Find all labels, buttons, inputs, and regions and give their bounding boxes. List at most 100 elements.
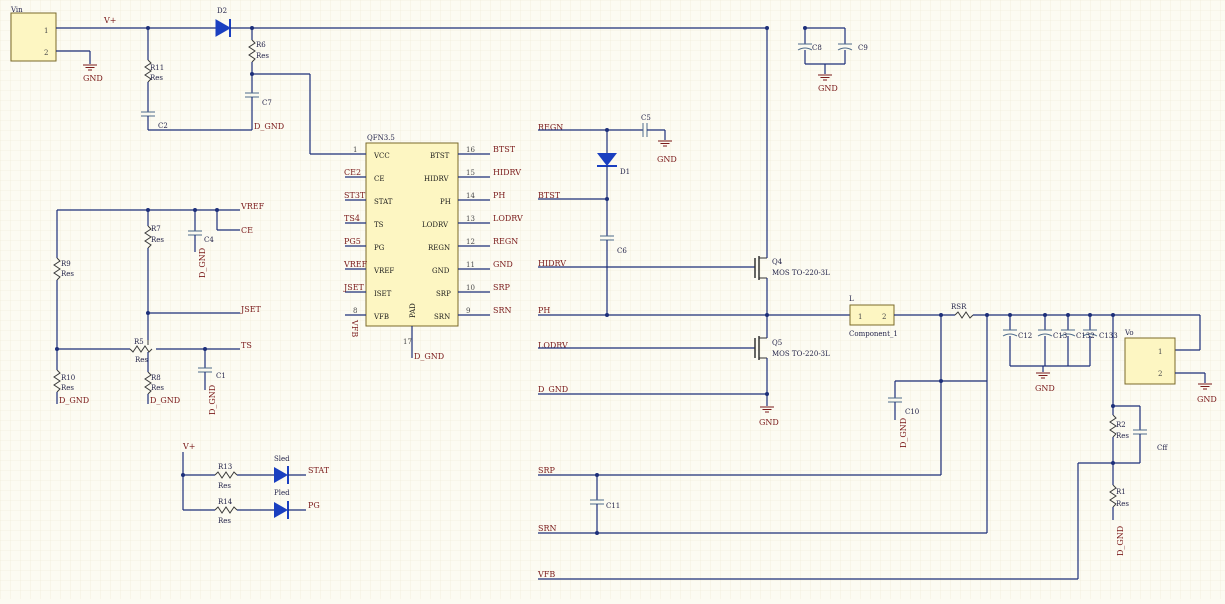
inductor-l[interactable]: 1 2 <box>849 304 895 326</box>
rsr-label: RSR <box>951 303 967 311</box>
ic-pin-gnd: GND <box>432 267 450 275</box>
r14-value: Res <box>218 517 231 525</box>
c11-label: C11 <box>606 502 620 510</box>
cff-label: Cff <box>1157 444 1168 452</box>
q5-type: MOS TO-220-3L <box>772 350 830 358</box>
r2-value: Res <box>1116 432 1129 440</box>
svg-text:1: 1 <box>858 313 862 321</box>
ic-net-pg5: PG5 <box>344 237 361 246</box>
schematic-sheet: Vin 1 2 GND V+ D2 R11 Res C2 R6 Res C7 D… <box>0 0 1225 599</box>
net-ce: CE <box>241 226 253 235</box>
q4-type: MOS TO-220-3L <box>772 269 830 277</box>
ic-net-stat: ST3T <box>344 191 366 200</box>
r6-value: Res <box>256 52 269 60</box>
vin-pin2-label: 2 <box>44 49 48 57</box>
svg-text:2: 2 <box>882 313 886 321</box>
c13-label: C13 <box>1053 332 1067 340</box>
net-gnd-c5: GND <box>657 155 677 164</box>
ic-pad-num: 17 <box>403 338 412 346</box>
ic-net-vref: VREF <box>343 260 368 269</box>
c8-label: C8 <box>812 44 822 52</box>
vin-connector[interactable]: Vin 1 2 <box>10 6 57 62</box>
net-srp: SRP <box>538 466 556 475</box>
r7-value: Res <box>151 236 164 244</box>
r11-label: R11 <box>150 64 164 72</box>
vin-designator: Vin <box>10 6 23 14</box>
r1-value: Res <box>1116 500 1129 508</box>
ic-pin-regn: REGN <box>428 244 450 252</box>
ic-pin-lodrv: LODRV <box>422 221 449 229</box>
net-gnd-c8: GND <box>818 84 838 93</box>
ic-pin-vref: VREF <box>373 267 394 275</box>
net-ph: PH <box>538 306 550 315</box>
net-gnd-cout: GND <box>1035 384 1055 393</box>
net-v-plus: V+ <box>103 16 116 25</box>
net-d-gnd-r8: D_GND <box>150 396 180 405</box>
net-d-gnd-q5: D_GND <box>538 385 568 394</box>
r2-label: R2 <box>1116 421 1126 429</box>
ic-net-hidrv: HIDRV <box>493 168 521 177</box>
net-regn: REGN <box>538 123 563 132</box>
ic-pin-iset: ISET <box>374 290 392 298</box>
c7-label: C7 <box>262 99 272 107</box>
net-d-gnd-c1: D_GND <box>208 385 217 415</box>
c133-label: C133 <box>1099 332 1118 340</box>
c1-label: C1 <box>216 372 226 380</box>
ic-pin-8-num: 8 <box>353 307 357 315</box>
net-srn: SRN <box>538 524 557 533</box>
c9-label: C9 <box>858 44 868 52</box>
vo-connector[interactable]: 1 2 <box>1124 337 1176 385</box>
inductor-label: L <box>849 295 854 303</box>
vo-pin1-label: 1 <box>1158 348 1162 356</box>
d1-label: D1 <box>620 168 630 176</box>
vo-pin2-label: 2 <box>1158 370 1162 378</box>
ic-pin-ce: CE <box>374 175 384 183</box>
net-pg: PG <box>308 501 320 510</box>
net-vfb: VFB <box>537 570 555 579</box>
r8-value: Res <box>151 384 164 392</box>
r11-value: Res <box>150 74 163 82</box>
ic-pin-srp: SRP <box>436 290 451 298</box>
c2-label: C2 <box>158 122 168 130</box>
net-ts: TS <box>241 341 252 350</box>
ic-net-gnd: GND <box>493 260 513 269</box>
c132-label: C132 <box>1076 332 1095 340</box>
ic-net-vfb: VFB <box>350 319 359 337</box>
ic-net-btst: BTST <box>493 145 516 154</box>
net-v-plus-led: V+ <box>182 442 195 451</box>
ic-net-ce2: CE2 <box>344 168 361 177</box>
net-d-gnd-c7: D_GND <box>254 122 284 131</box>
c5-label: C5 <box>641 114 651 122</box>
net-vref: VREF <box>240 202 265 211</box>
ic-pin-srn: SRN <box>434 313 450 321</box>
ic-pin-12-num: 12 <box>466 238 475 246</box>
ic-net-ts4: TS4 <box>344 214 360 223</box>
r10-label: R10 <box>61 374 75 382</box>
r8-label: R8 <box>151 374 161 382</box>
ic-pad-label: PAD <box>409 303 417 318</box>
ic-pin-9-num: 9 <box>466 307 470 315</box>
r1-label: R1 <box>1116 488 1126 496</box>
ic-net-regn: REGN <box>493 237 518 246</box>
vin-pin1-label: 1 <box>44 27 48 35</box>
c12-label: C12 <box>1018 332 1032 340</box>
ic-pin-13-num: 13 <box>466 215 475 223</box>
ic-net-srn: SRN <box>493 306 512 315</box>
d2-label: D2 <box>217 7 227 15</box>
c4-label: C4 <box>204 236 214 244</box>
vo-designator: Vo <box>1124 329 1134 337</box>
ic-qfn[interactable] <box>365 142 459 327</box>
sled-label: Sled <box>274 455 290 463</box>
ic-net-srp: SRP <box>493 283 511 292</box>
q4-label: Q4 <box>772 258 783 266</box>
r9-value: Res <box>61 270 74 278</box>
r7-label: R7 <box>151 225 161 233</box>
ic-pin-vcc: VCC <box>373 152 390 160</box>
ic-net-pad-dgnd: D_GND <box>414 352 444 361</box>
q5-label-text: Q5 <box>772 339 782 347</box>
ic-net-ph: PH <box>493 191 505 200</box>
ic-pin-ts: TS <box>374 221 384 229</box>
r14-label: R14 <box>218 498 233 506</box>
ic-pin-vfb: VFB <box>373 313 389 321</box>
ic-pin-14-num: 14 <box>466 192 475 200</box>
